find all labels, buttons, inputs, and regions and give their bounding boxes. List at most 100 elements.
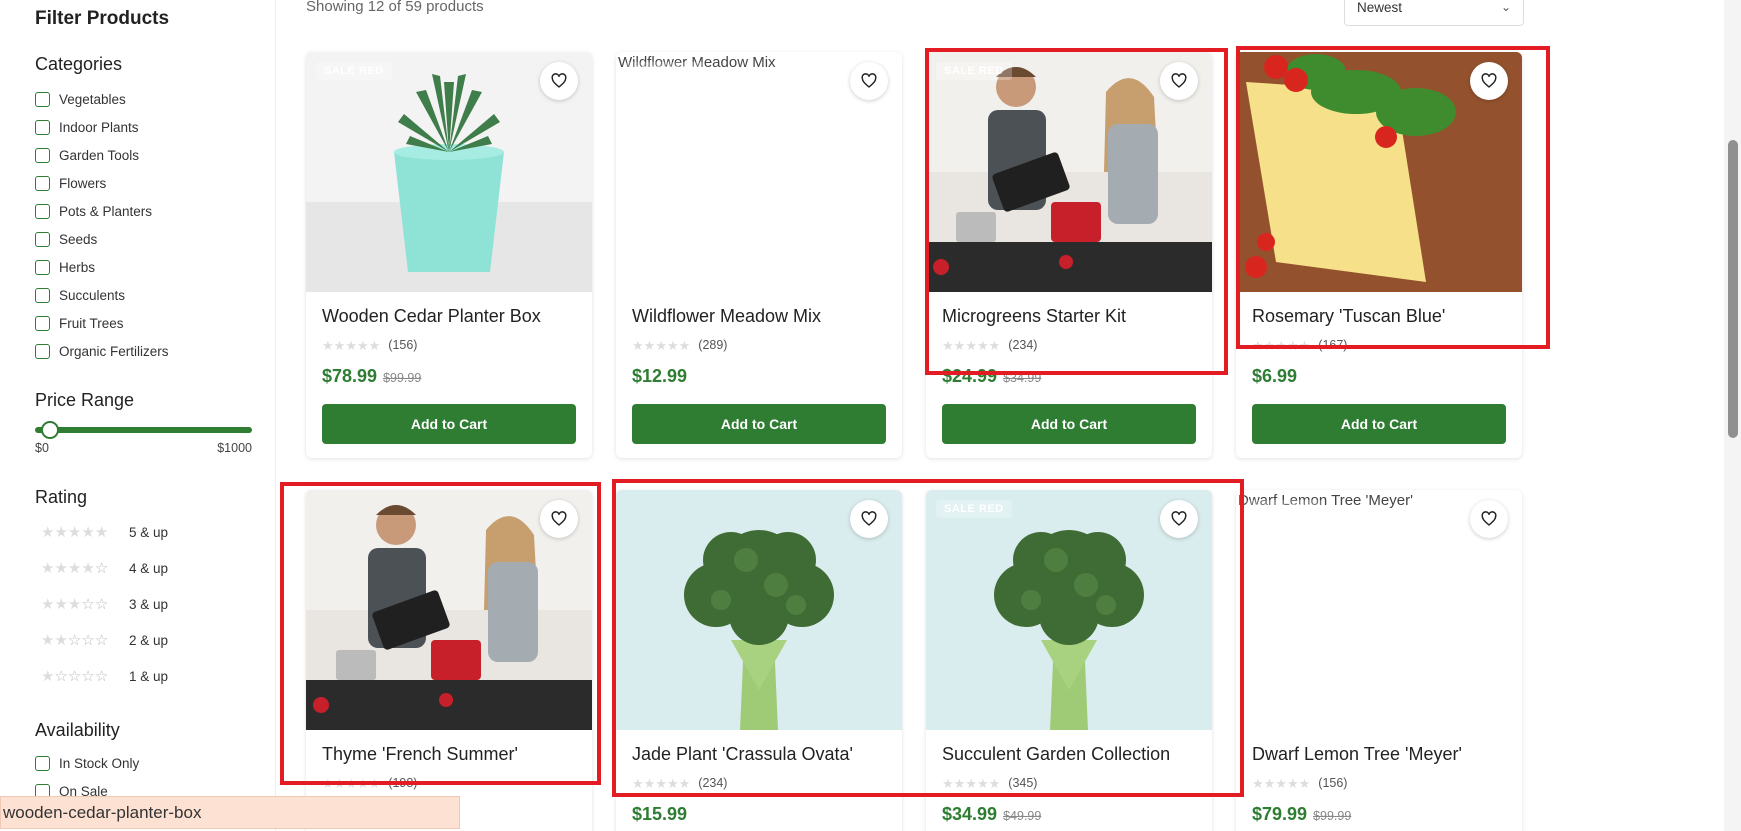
- add-to-cart-button[interactable]: Add to Cart: [632, 404, 886, 444]
- product-name[interactable]: Dwarf Lemon Tree 'Meyer': [1252, 744, 1506, 768]
- product-image[interactable]: Dwarf Lemon Tree 'Meyer' SALE RED: [1236, 490, 1522, 730]
- star-icon: ★: [953, 775, 966, 791]
- product-price: $12.99: [632, 366, 688, 386]
- category-item[interactable]: Indoor Plants: [35, 113, 275, 141]
- category-item[interactable]: Seeds: [35, 225, 275, 253]
- product-card[interactable]: Dwarf Lemon Tree 'Meyer' SALE RED Dwarf Le…: [1236, 490, 1522, 831]
- rating-option-label: 2 & up: [129, 632, 169, 648]
- product-card[interactable]: SALE RED Microgreens Starter Kit ★ ★ ★ ★ ★ (234…: [926, 52, 1212, 458]
- slider-thumb[interactable]: [41, 421, 59, 439]
- checkbox[interactable]: [35, 231, 50, 247]
- category-label: Flowers: [59, 175, 107, 191]
- results-count: Showing 12 of 59 products: [306, 0, 484, 15]
- category-item[interactable]: Flowers: [35, 169, 275, 197]
- checkbox[interactable]: [35, 175, 50, 191]
- product-image[interactable]: [616, 490, 902, 730]
- checkbox[interactable]: [35, 147, 50, 163]
- star-rating: ★ ★ ★ ★ ★: [41, 525, 121, 540]
- product-name[interactable]: Wildflower Meadow Mix: [632, 306, 886, 330]
- product-card[interactable]: Wildflower Meadow Mix FEATURED Wildflower …: [616, 52, 902, 458]
- star-icon: ★: [54, 631, 68, 649]
- availability-item[interactable]: In Stock Only: [35, 749, 275, 777]
- product-card[interactable]: SALE RED Wooden Cedar Planter Box ★ ★ ★ ★ ★ (15…: [306, 52, 592, 458]
- add-to-cart-button[interactable]: Add to Cart: [322, 404, 576, 444]
- product-name[interactable]: Succulent Garden Collection: [942, 744, 1196, 768]
- star-icon: ★: [67, 523, 82, 541]
- product-name[interactable]: Thyme 'French Summer': [322, 744, 576, 768]
- product-name[interactable]: Rosemary 'Tuscan Blue': [1252, 306, 1506, 330]
- star-icon: ★: [643, 775, 656, 791]
- checkbox[interactable]: [35, 287, 50, 303]
- price-slider[interactable]: [35, 419, 252, 439]
- category-label: Herbs: [59, 259, 96, 275]
- price-line: $78.99 $99.99: [322, 366, 576, 390]
- sort-select[interactable]: Newest ⌄: [1344, 0, 1524, 26]
- product-name[interactable]: Jade Plant 'Crassula Ovata': [632, 744, 886, 768]
- rating-option[interactable]: ★ ★ ☆ ☆ ☆ 2 & up: [35, 622, 275, 658]
- checkbox[interactable]: [35, 259, 50, 275]
- wishlist-button[interactable]: [1470, 62, 1508, 100]
- product-image[interactable]: [306, 490, 592, 730]
- wishlist-button[interactable]: [540, 500, 578, 538]
- rating-heading: Rating: [35, 487, 88, 507]
- product-image[interactable]: SALE RED: [306, 52, 592, 292]
- star-icon: ★: [94, 523, 109, 541]
- product-card[interactable]: SALE RED Succulent Garden Collection ★ ★ ★ ★ ★…: [926, 490, 1212, 831]
- checkbox[interactable]: [35, 343, 50, 359]
- checkbox[interactable]: [35, 203, 50, 219]
- star-icon: ★: [965, 337, 977, 353]
- review-count: (234): [1008, 338, 1038, 352]
- wishlist-button[interactable]: [850, 500, 888, 538]
- wishlist-button[interactable]: [850, 62, 888, 100]
- category-item[interactable]: Garden Tools: [35, 141, 275, 169]
- scrollbar[interactable]: [1724, 0, 1741, 831]
- product-card[interactable]: Thyme 'French Summer' ★ ★ ★ ★ ★ (198): [306, 490, 592, 831]
- checkbox[interactable]: [35, 119, 50, 135]
- checkbox[interactable]: [35, 755, 50, 771]
- product-rating: ★ ★ ★ ★ ★ (289): [632, 336, 886, 354]
- rating-option[interactable]: ★ ★ ★ ★ ★ 5 & up: [35, 514, 275, 550]
- availability-filter: Availability In Stock Only On Sale: [35, 720, 275, 805]
- star-icon: ★: [333, 337, 346, 353]
- rating-option[interactable]: ★ ★ ★ ☆ ☆ 3 & up: [35, 586, 275, 622]
- category-label: Garden Tools: [59, 147, 140, 163]
- add-to-cart-button[interactable]: Add to Cart: [1252, 404, 1506, 444]
- product-image[interactable]: SALE RED: [926, 52, 1212, 292]
- category-item[interactable]: Vegetables: [35, 85, 275, 113]
- category-label: Pots & Planters: [59, 203, 153, 219]
- add-to-cart-button[interactable]: Add to Cart: [942, 404, 1196, 444]
- scrollbar-thumb[interactable]: [1728, 140, 1738, 438]
- checkbox[interactable]: [35, 91, 50, 107]
- category-item[interactable]: Organic Fertilizers: [35, 337, 275, 365]
- product-card[interactable]: Jade Plant 'Crassula Ovata' ★ ★ ★ ★ ★ (234) $15…: [616, 490, 902, 831]
- sort-value: Newest: [1357, 0, 1403, 15]
- rating-option[interactable]: ★ ★ ★ ★ ☆ 4 & up: [35, 550, 275, 586]
- wishlist-button[interactable]: [540, 62, 578, 100]
- price-line: $12.99: [632, 366, 886, 390]
- wishlist-button[interactable]: [1470, 500, 1508, 538]
- rating-filter: Rating ★ ★ ★ ★ ★ 5 & up ★ ★ ★ ★ ☆ 4 & up ★ ★ ★ ☆ ☆ 3 & up…: [35, 487, 275, 694]
- checkbox[interactable]: [35, 315, 50, 331]
- product-name[interactable]: Wooden Cedar Planter Box: [322, 306, 576, 330]
- product-image[interactable]: [1236, 52, 1522, 292]
- rating-option[interactable]: ★ ☆ ☆ ☆ ☆ 1 & up: [35, 658, 275, 694]
- page: Filter Products Categories Vegetables In…: [0, 0, 1741, 831]
- star-icon: ★: [67, 595, 82, 613]
- product-card[interactable]: Rosemary 'Tuscan Blue' ★ ★ ★ ★ ★ (167) $6.99 Add…: [1236, 52, 1522, 458]
- category-item[interactable]: Succulents: [35, 281, 275, 309]
- product-image[interactable]: Wildflower Meadow Mix FEATURED: [616, 52, 902, 292]
- rating-option-label: 3 & up: [129, 596, 169, 612]
- category-item[interactable]: Herbs: [35, 253, 275, 281]
- product-image[interactable]: SALE RED: [926, 490, 1212, 730]
- category-item[interactable]: Fruit Trees: [35, 309, 275, 337]
- star-rating: ★ ★ ★ ★ ★: [942, 339, 1000, 352]
- star-icon: ★: [54, 523, 68, 541]
- category-item[interactable]: Pots & Planters: [35, 197, 275, 225]
- chevron-down-icon: ⌄: [1500, 0, 1511, 14]
- star-icon: ☆: [67, 631, 82, 649]
- wishlist-button[interactable]: [1160, 500, 1198, 538]
- product-name[interactable]: Microgreens Starter Kit: [942, 306, 1196, 330]
- wishlist-button[interactable]: [1160, 62, 1198, 100]
- star-icon: ★: [41, 667, 55, 685]
- slider-track[interactable]: [35, 427, 252, 433]
